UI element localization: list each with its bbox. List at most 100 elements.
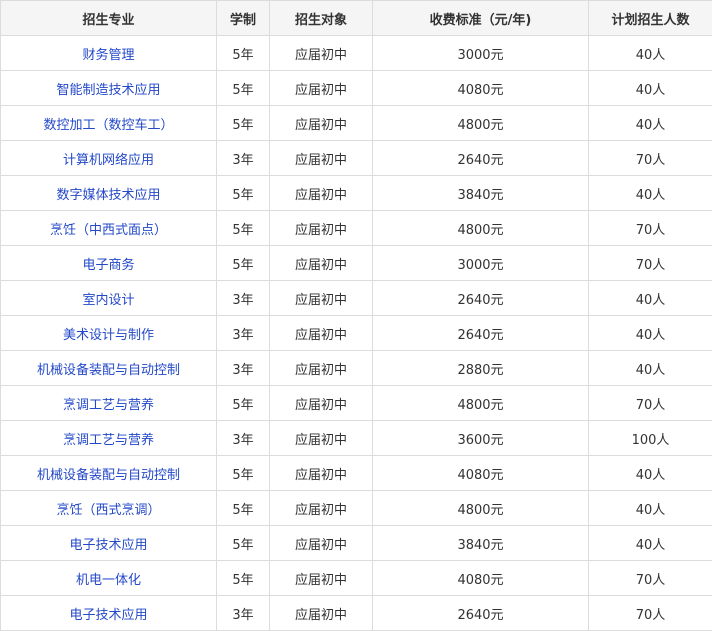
major-link[interactable]: 计算机网络应用 [63, 153, 154, 168]
major-cell: 智能制造技术应用 [1, 71, 217, 106]
major-cell: 电子商务 [1, 246, 217, 281]
major-cell: 烹饪（中西式面点） [1, 211, 217, 246]
major-cell: 机电一体化 [1, 561, 217, 596]
quota-cell: 40人 [589, 526, 712, 561]
major-link[interactable]: 电子技术应用 [69, 538, 147, 553]
table-row: 财务管理5年应届初中3000元40人 [1, 36, 712, 71]
target-cell: 应届初中 [270, 596, 373, 631]
major-cell: 电子技术应用 [1, 526, 217, 561]
duration-cell: 3年 [217, 281, 270, 316]
major-link[interactable]: 数控加工（数控车工） [43, 118, 173, 133]
table-row: 烹饪（西式烹调）5年应届初中4800元40人 [1, 491, 712, 526]
quota-cell: 40人 [589, 281, 712, 316]
table-row: 数控加工（数控车工） 5年应届初中4800元40人 [1, 106, 712, 141]
major-cell: 数控加工（数控车工） [1, 106, 217, 141]
table-row: 智能制造技术应用5年应届初中4080元40人 [1, 71, 712, 106]
duration-cell: 5年 [217, 106, 270, 141]
major-link[interactable]: 烹调工艺与营养 [63, 398, 154, 413]
fee-cell: 4080元 [373, 71, 589, 106]
header-target: 招生对象 [270, 1, 373, 36]
major-link[interactable]: 电子商务 [82, 258, 134, 273]
target-cell: 应届初中 [270, 491, 373, 526]
duration-cell: 5年 [217, 246, 270, 281]
target-cell: 应届初中 [270, 211, 373, 246]
fee-cell: 3840元 [373, 176, 589, 211]
duration-cell: 5年 [217, 176, 270, 211]
table-row: 计算机网络应用3年应届初中2640元70人 [1, 141, 712, 176]
duration-cell: 3年 [217, 351, 270, 386]
major-cell: 美术设计与制作 [1, 316, 217, 351]
table-body: 财务管理5年应届初中3000元40人智能制造技术应用5年应届初中4080元40人… [1, 36, 712, 631]
quota-cell: 40人 [589, 316, 712, 351]
major-cell: 室内设计 [1, 281, 217, 316]
major-link[interactable]: 烹调工艺与营养 [63, 433, 154, 448]
fee-cell: 2640元 [373, 596, 589, 631]
fee-cell: 4800元 [373, 211, 589, 246]
quota-cell: 70人 [589, 596, 712, 631]
major-link[interactable]: 室内设计 [82, 293, 134, 308]
duration-cell: 3年 [217, 141, 270, 176]
major-link[interactable]: 机械设备装配与自动控制 [37, 468, 180, 483]
major-cell: 烹调工艺与营养 [1, 421, 217, 456]
major-link[interactable]: 数字媒体技术应用 [56, 188, 160, 203]
major-link[interactable]: 机电一体化 [76, 573, 141, 588]
major-cell: 烹饪（西式烹调） [1, 491, 217, 526]
duration-cell: 5年 [217, 561, 270, 596]
header-fee: 收费标准（元/年) [373, 1, 589, 36]
major-cell: 烹调工艺与营养 [1, 386, 217, 421]
table-row: 烹调工艺与营养5年应届初中4800元70人 [1, 386, 712, 421]
fee-cell: 4800元 [373, 386, 589, 421]
duration-cell: 5年 [217, 526, 270, 561]
enrollment-table: 招生专业 学制 招生对象 收费标准（元/年) 计划招生人数 财务管理5年应届初中… [0, 0, 712, 631]
target-cell: 应届初中 [270, 421, 373, 456]
header-duration: 学制 [217, 1, 270, 36]
duration-cell: 5年 [217, 386, 270, 421]
quota-cell: 100人 [589, 421, 712, 456]
header-major: 招生专业 [1, 1, 217, 36]
major-link[interactable]: 机械设备装配与自动控制 [37, 363, 180, 378]
quota-cell: 70人 [589, 561, 712, 596]
major-link[interactable]: 烹饪（中西式面点） [50, 223, 167, 238]
table-row: 烹调工艺与营养3年应届初中3600元100人 [1, 421, 712, 456]
major-link[interactable]: 烹饪（西式烹调） [56, 503, 160, 518]
duration-cell: 3年 [217, 421, 270, 456]
major-cell: 计算机网络应用 [1, 141, 217, 176]
quota-cell: 70人 [589, 386, 712, 421]
target-cell: 应届初中 [270, 281, 373, 316]
target-cell: 应届初中 [270, 176, 373, 211]
major-link[interactable]: 智能制造技术应用 [56, 83, 160, 98]
quota-cell: 40人 [589, 106, 712, 141]
duration-cell: 5年 [217, 71, 270, 106]
table-header: 招生专业 学制 招生对象 收费标准（元/年) 计划招生人数 [1, 1, 712, 36]
fee-cell: 4800元 [373, 106, 589, 141]
duration-cell: 5年 [217, 456, 270, 491]
target-cell: 应届初中 [270, 36, 373, 71]
major-link[interactable]: 电子技术应用 [69, 608, 147, 623]
table-row: 机电一体化 5年应届初中4080元70人 [1, 561, 712, 596]
table-row: 机械设备装配与自动控制3年应届初中2880元40人 [1, 351, 712, 386]
table-row: 电子商务5年应届初中3000元70人 [1, 246, 712, 281]
major-link[interactable]: 财务管理 [82, 48, 134, 63]
quota-cell: 40人 [589, 36, 712, 71]
fee-cell: 3840元 [373, 526, 589, 561]
fee-cell: 3000元 [373, 36, 589, 71]
fee-cell: 3000元 [373, 246, 589, 281]
table-row: 电子技术应用3年应届初中2640元70人 [1, 596, 712, 631]
table-row: 电子技术应用5年应届初中3840元40人 [1, 526, 712, 561]
target-cell: 应届初中 [270, 106, 373, 141]
fee-cell: 2640元 [373, 141, 589, 176]
quota-cell: 40人 [589, 176, 712, 211]
header-row: 招生专业 学制 招生对象 收费标准（元/年) 计划招生人数 [1, 1, 712, 36]
target-cell: 应届初中 [270, 71, 373, 106]
target-cell: 应届初中 [270, 561, 373, 596]
major-cell: 财务管理 [1, 36, 217, 71]
quota-cell: 70人 [589, 246, 712, 281]
table-row: 机械设备装配与自动控制5年应届初中4080元40人 [1, 456, 712, 491]
major-link[interactable]: 美术设计与制作 [63, 328, 154, 343]
major-cell: 电子技术应用 [1, 596, 217, 631]
quota-cell: 40人 [589, 456, 712, 491]
duration-cell: 5年 [217, 211, 270, 246]
fee-cell: 2640元 [373, 316, 589, 351]
fee-cell: 4080元 [373, 456, 589, 491]
fee-cell: 4080元 [373, 561, 589, 596]
